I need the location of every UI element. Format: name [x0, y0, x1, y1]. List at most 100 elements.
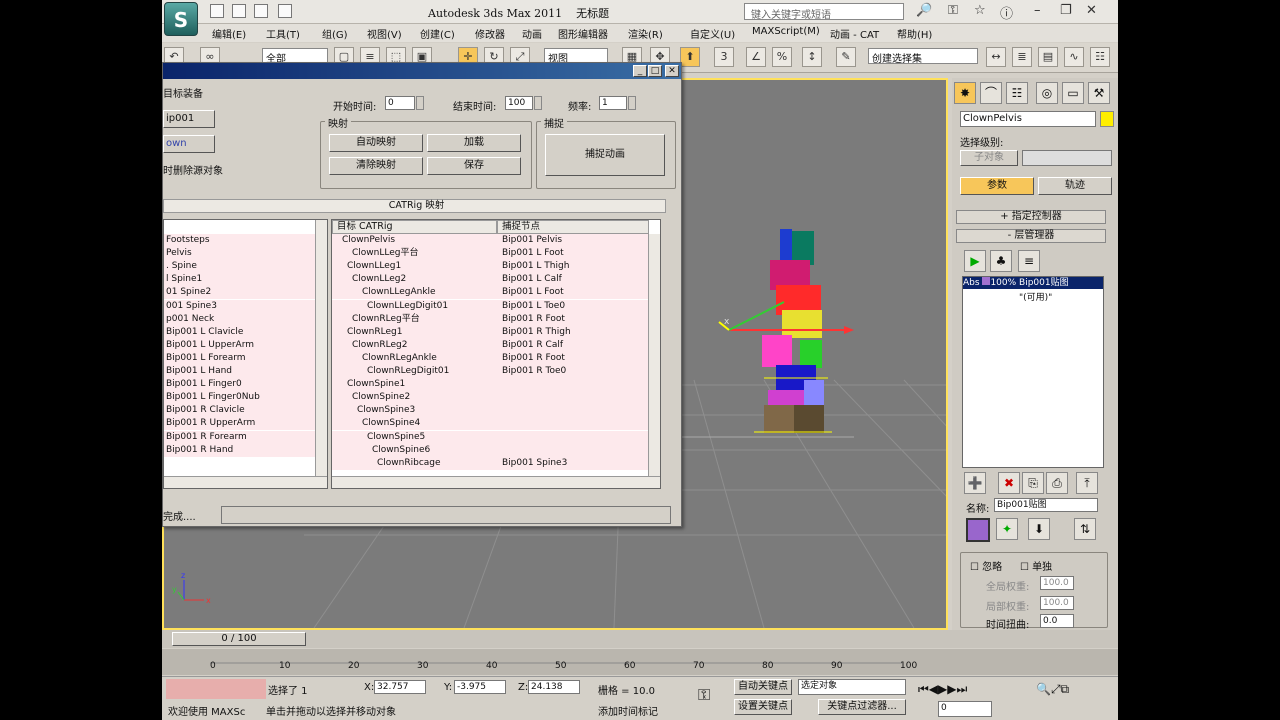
source-bone-row[interactable]: . Spine — [164, 260, 327, 274]
mapping-row[interactable]: ClownRLegDigit01 Bip001 R Toe0 — [332, 365, 649, 378]
layer-key-icon[interactable]: ⬇ — [1028, 518, 1050, 540]
layer-manager-rollout[interactable]: - 层管理器 — [956, 229, 1106, 243]
spinner-snap-icon[interactable]: ↕ — [802, 47, 822, 67]
hierarchy-tab-icon[interactable]: ☷ — [1006, 82, 1028, 104]
mapping-row[interactable]: ClownLLegAnkle Bip001 L Foot — [332, 286, 649, 300]
binoculars-icon[interactable]: 🔎 — [916, 3, 932, 18]
new-file-icon[interactable] — [210, 4, 224, 18]
dialog-maximize-icon[interactable]: □ — [648, 65, 662, 77]
col-capture-header[interactable]: 捕捉节点 — [497, 220, 649, 234]
dialog-minimize-icon[interactable]: _ — [633, 65, 647, 77]
viewport-nav-icons[interactable]: 🔍⤢⧉ — [1036, 682, 1069, 697]
key-filters-button[interactable]: 关键点过滤器... — [818, 699, 906, 715]
capture-animation-button[interactable]: 捕捉动画 — [545, 134, 665, 176]
load-button[interactable]: 加载 — [427, 134, 521, 152]
help-icon[interactable]: ⓘ — [1000, 3, 1013, 22]
layer-updown-icon[interactable]: ⇅ — [1074, 518, 1096, 540]
source-bone-row[interactable]: l Spine1 — [164, 273, 327, 287]
mapping-scrollbar[interactable] — [648, 234, 660, 476]
menu-rendering[interactable]: 渲染(R) — [628, 26, 663, 41]
close-icon[interactable]: ✕ — [1086, 3, 1097, 18]
menu-tools[interactable]: 工具(T) — [266, 26, 300, 41]
source-bone-row[interactable]: 01 Spine2 — [164, 286, 327, 300]
ignore-checkbox[interactable]: ☐ 忽略 — [970, 558, 1002, 573]
key-icon[interactable]: ⚿ — [948, 3, 958, 18]
x-coord-input[interactable]: 32.757 — [374, 680, 426, 694]
keyboard-shortcut-icon[interactable]: ⬆ — [680, 47, 700, 67]
angle-snap-icon[interactable]: ∠ — [746, 47, 766, 67]
source-bone-row[interactable]: Bip001 R Forearm — [164, 430, 327, 444]
open-file-icon[interactable] — [232, 4, 246, 18]
source-bone-row[interactable]: 001 Spine3 — [164, 299, 327, 313]
auto-key-button[interactable]: 自动关键点 — [734, 679, 792, 695]
layer-list[interactable]: Abs 100% Bip001贴图 "(可用)" — [962, 276, 1104, 468]
menu-customize[interactable]: 自定义(U) — [690, 26, 735, 41]
motion-tab-icon[interactable]: ◎ — [1036, 82, 1058, 104]
add-time-tag[interactable]: 添加时间标记 — [598, 703, 658, 718]
layer-entry[interactable]: Abs 100% Bip001贴图 — [963, 277, 1103, 289]
mapping-row[interactable]: ClownLLeg2 Bip001 L Calf — [332, 273, 649, 287]
source-bone-row[interactable]: Bip001 L Finger0Nub — [164, 391, 327, 405]
time-warp-input[interactable]: 0.0 — [1040, 614, 1074, 628]
layer-name-input[interactable]: Bip001贴图 — [994, 498, 1098, 512]
search-input[interactable]: 键入关键字或短语 — [744, 3, 904, 21]
current-frame-input[interactable]: 0 — [938, 701, 992, 717]
project-icon[interactable] — [278, 4, 292, 18]
solo-checkbox[interactable]: ☐ 单独 — [1020, 558, 1052, 573]
mapping-row[interactable]: ClownRLeg平台 Bip001 R Foot — [332, 312, 649, 326]
end-time-spinner[interactable] — [534, 96, 542, 110]
trajectories-tab[interactable]: 轨迹 — [1038, 177, 1112, 195]
delete-layer-icon[interactable]: ✖ — [998, 472, 1020, 494]
percent-snap-icon[interactable]: % — [772, 47, 792, 67]
assign-controller-rollout[interactable]: + 指定控制器 — [956, 210, 1106, 224]
mapping-row[interactable]: ClownRLeg2 Bip001 R Calf — [332, 338, 649, 352]
save-button[interactable]: 保存 — [427, 157, 521, 175]
track-bar[interactable]: 0 10 20 30 40 50 60 70 80 90 100 — [162, 649, 1118, 675]
mapping-row[interactable]: ClownPelvis Bip001 Pelvis — [332, 234, 649, 247]
mapping-row[interactable]: ClownSpine4 — [332, 417, 649, 431]
end-time-input[interactable]: 100 — [505, 96, 533, 110]
add-layer-icon[interactable]: ➕ — [964, 472, 986, 494]
col-target-header[interactable]: 目标 CATRig — [332, 220, 497, 234]
global-weight-input[interactable]: 100.0 — [1040, 576, 1074, 590]
menu-create[interactable]: 创建(C) — [420, 26, 455, 41]
edit-named-sel-icon[interactable]: ✎ — [836, 47, 856, 67]
source-bone-row[interactable]: p001 Neck — [164, 312, 327, 326]
set-key-icon[interactable]: ⚿ — [698, 685, 710, 705]
modify-tab-icon[interactable]: ⌒ — [980, 82, 1002, 104]
align-icon[interactable]: ≣ — [1012, 47, 1032, 67]
menu-animation[interactable]: 动画 — [522, 26, 542, 41]
mapping-row[interactable]: ClownRLeg1 Bip001 R Thigh — [332, 325, 649, 339]
snaps-toggle-icon[interactable]: 3 — [714, 47, 734, 67]
paste-layer-icon[interactable]: ⎙ — [1046, 472, 1068, 494]
z-coord-input[interactable]: 24.138 — [528, 680, 580, 694]
menu-modifiers[interactable]: 修改器 — [475, 26, 505, 41]
source-bone-list[interactable]: Footsteps Pelvis . Spine l Spine1 01 Spine2 0… — [163, 219, 328, 489]
start-time-spinner[interactable] — [416, 96, 424, 110]
auto-map-button[interactable]: 自动映射 — [329, 134, 423, 152]
source-bone-row[interactable]: Bip001 L Finger0 — [164, 378, 327, 392]
time-slider-bar[interactable]: 0 / 100 — [162, 630, 1118, 648]
mapping-row[interactable]: ClownRibcage Bip001 Spine3 — [332, 456, 649, 470]
layer-list-icon[interactable]: ≡ — [1018, 250, 1040, 272]
source-bone-row[interactable]: Bip001 L Hand — [164, 365, 327, 378]
menu-help[interactable]: 帮助(H) — [897, 26, 932, 41]
named-selection-dropdown[interactable]: 创建选择集 — [868, 48, 978, 65]
menu-views[interactable]: 视图(V) — [367, 26, 402, 41]
dialog-title-bar[interactable]: _ □ ✕ — [163, 63, 681, 79]
source-bone-row[interactable]: Bip001 R Clavicle — [164, 404, 327, 418]
layer-color-swatch[interactable] — [966, 518, 990, 542]
menu-graph-editors[interactable]: 图形编辑器 — [558, 26, 608, 41]
utilities-tab-icon[interactable]: ⚒ — [1088, 82, 1110, 104]
mapping-row[interactable]: ClownSpine5 — [332, 430, 649, 444]
frequency-spinner[interactable] — [628, 96, 636, 110]
play-layer-icon[interactable]: ▶ — [964, 250, 986, 272]
mapping-row[interactable]: ClownSpine2 — [332, 391, 649, 405]
menu-edit[interactable]: 编辑(E) — [212, 26, 246, 41]
sub-object-dropdown[interactable] — [1022, 150, 1112, 166]
params-tab[interactable]: 参数 — [960, 177, 1034, 195]
mapping-hscrollbar[interactable] — [332, 476, 660, 488]
source-list-scrollbar[interactable] — [315, 220, 327, 476]
layer-manager-icon[interactable]: ▤ — [1038, 47, 1058, 67]
dialog-close-icon[interactable]: ✕ — [665, 65, 679, 77]
